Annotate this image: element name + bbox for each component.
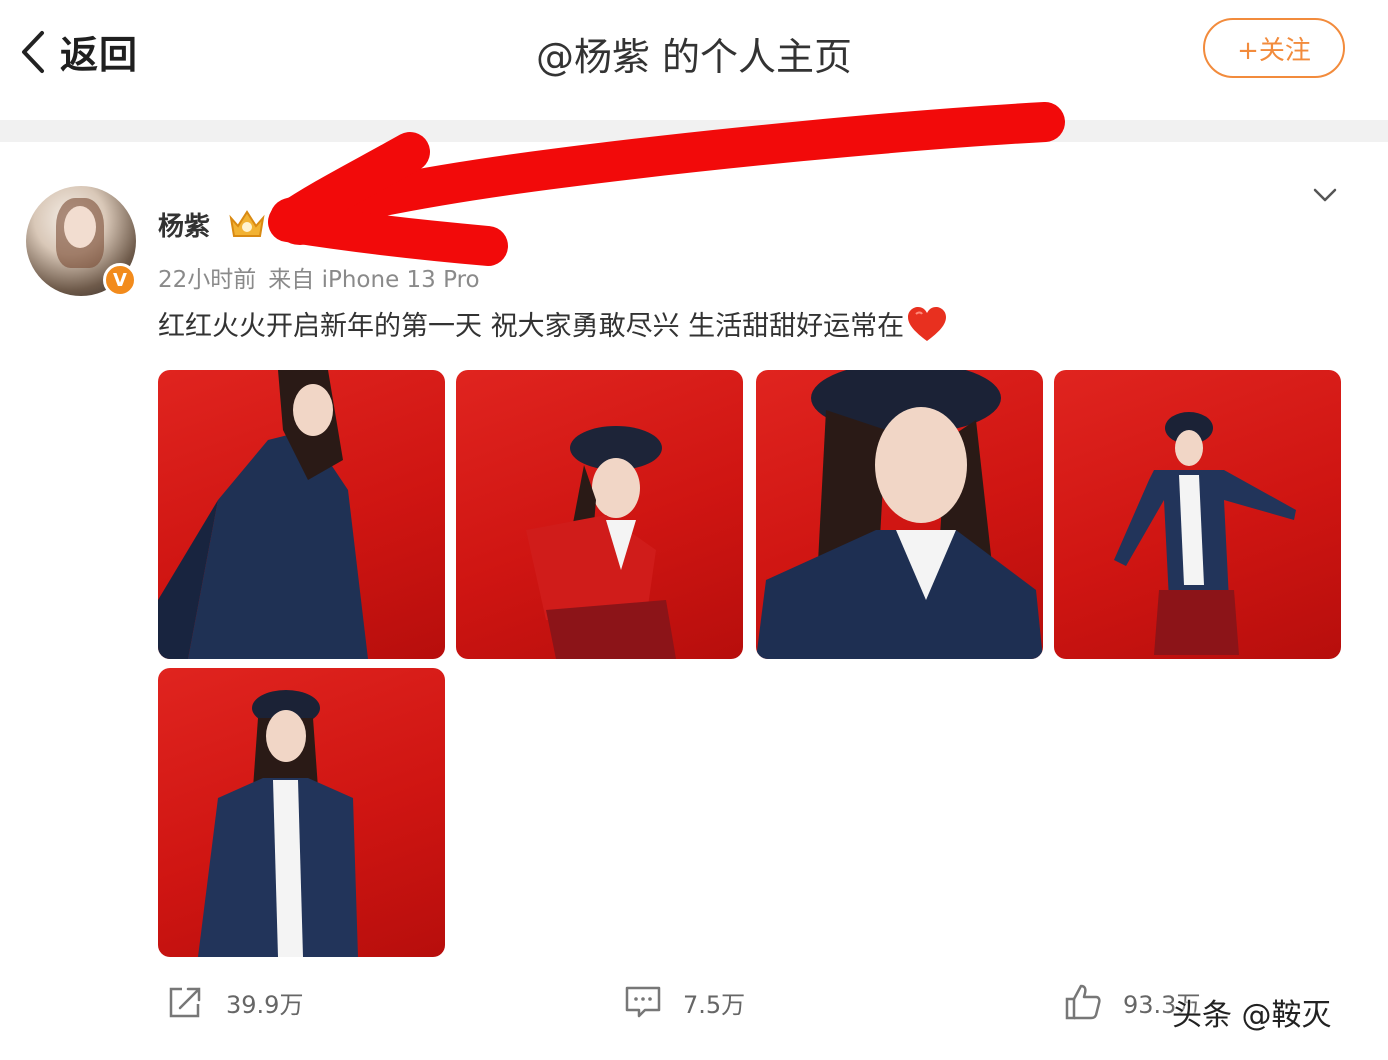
repost-icon xyxy=(169,987,201,1018)
post-source: 来自 iPhone 13 Pro xyxy=(268,267,480,293)
comment-count: 7.5万 xyxy=(683,990,746,1019)
comment-action[interactable]: 7.5万 xyxy=(623,982,745,1022)
chevron-down-icon[interactable] xyxy=(1310,180,1340,210)
comment-icon xyxy=(625,986,661,1018)
post-image[interactable] xyxy=(756,370,1043,659)
repost-count: 39.9万 xyxy=(226,990,304,1019)
username[interactable]: 杨紫 xyxy=(158,206,210,243)
post-image[interactable] xyxy=(1054,370,1341,659)
watermark: 头条 @鞍灭 xyxy=(1172,998,1332,1033)
post-image[interactable] xyxy=(158,668,445,957)
post-text: 红红火火开启新年的第一天 祝大家勇敢尽兴 生活甜甜好运常在 xyxy=(158,304,948,343)
post-time: 22小时前 xyxy=(158,267,257,293)
post-image[interactable] xyxy=(456,370,743,659)
page-title: @杨紫 的个人主页 xyxy=(535,35,853,79)
follow-button[interactable]: +关注 xyxy=(1203,18,1345,78)
post-text-content: 红红火火开启新年的第一天 祝大家勇敢尽兴 生活甜甜好运常在 xyxy=(158,311,905,342)
heart-icon xyxy=(908,306,947,341)
top-bar: 返回 @杨紫 的个人主页 +关注 xyxy=(0,0,1388,118)
post-meta: 22小时前 来自 iPhone 13 Pro xyxy=(158,260,480,294)
like-icon xyxy=(1065,984,1101,1020)
verified-badge: V xyxy=(103,263,137,297)
repost-action[interactable]: 39.9万 xyxy=(166,982,303,1022)
crown-icon xyxy=(229,210,265,237)
section-divider xyxy=(0,120,1388,142)
post-image[interactable] xyxy=(158,370,445,659)
